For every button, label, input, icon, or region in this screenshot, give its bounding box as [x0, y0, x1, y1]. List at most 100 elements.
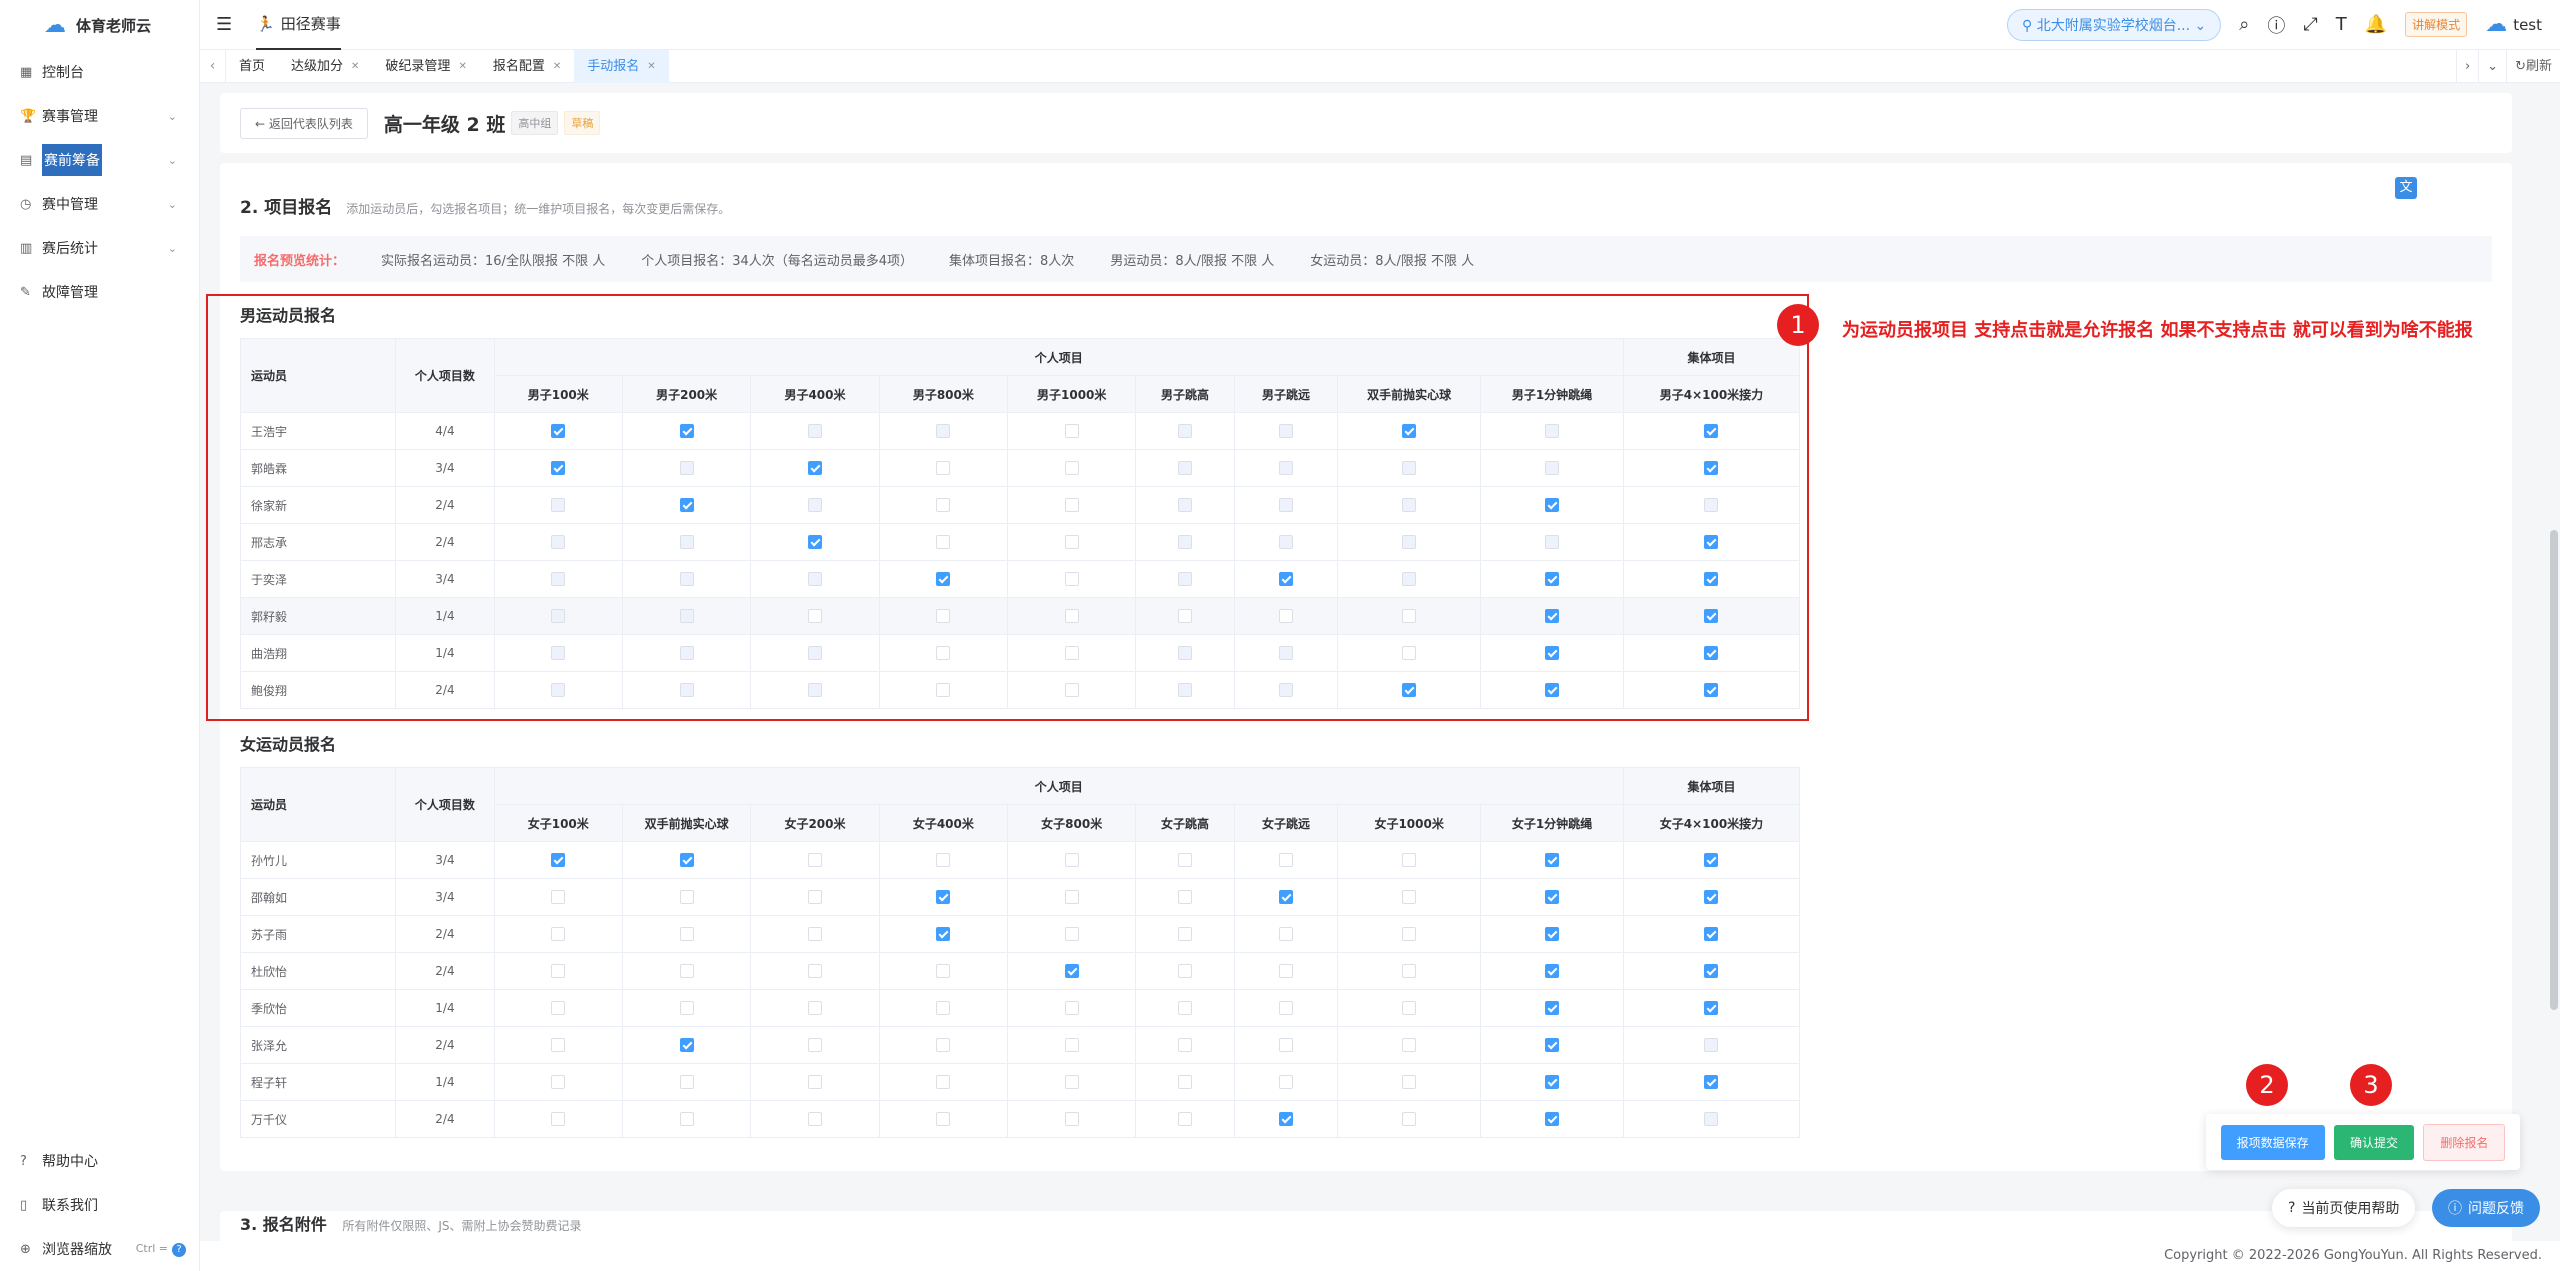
event-checkbox[interactable]	[1402, 646, 1417, 661]
event-checkbox[interactable]	[1545, 927, 1559, 942]
event-checkbox[interactable]	[1704, 535, 1719, 550]
explain-mode-badge[interactable]: 讲解模式	[2405, 12, 2468, 37]
sidebar-item[interactable]: ▦ 控制台	[0, 50, 199, 94]
sidebar-bottom-item[interactable]: ▯ 联系我们	[0, 1183, 200, 1227]
event-checkbox[interactable]	[551, 1001, 566, 1016]
event-checkbox[interactable]	[1064, 535, 1079, 550]
sidebar-item[interactable]: 🏆 赛事管理 ⌄	[0, 94, 199, 138]
event-checkbox[interactable]	[1178, 964, 1193, 979]
event-checkbox[interactable]	[1704, 927, 1719, 942]
event-checkbox[interactable]	[1064, 498, 1079, 513]
event-checkbox[interactable]	[807, 535, 822, 550]
event-checkbox[interactable]	[1178, 1001, 1193, 1016]
event-checkbox[interactable]	[1064, 646, 1079, 661]
event-checkbox[interactable]	[679, 964, 694, 979]
close-icon[interactable]: ✕	[458, 50, 466, 83]
event-checkbox[interactable]	[936, 1075, 951, 1090]
event-checkbox[interactable]	[1064, 1112, 1079, 1127]
school-selector[interactable]: ⚲ 北大附属实验学校烟台... ⌄	[2006, 8, 2222, 41]
event-checkbox[interactable]	[679, 1075, 694, 1090]
event-checkbox[interactable]	[1704, 853, 1719, 868]
event-checkbox[interactable]	[1178, 890, 1193, 905]
event-checkbox[interactable]	[936, 535, 951, 550]
event-checkbox[interactable]	[1402, 424, 1417, 439]
font-size-icon[interactable]: T	[2336, 14, 2347, 35]
sidebar-item[interactable]: ▤ 赛前筹备 ⌄	[0, 138, 199, 182]
tabs-dropdown-icon[interactable]: ⌄	[2478, 49, 2506, 83]
search-icon[interactable]: ⌕	[2239, 14, 2249, 35]
page-scrollbar[interactable]	[2550, 530, 2558, 1010]
event-checkbox[interactable]	[1278, 853, 1293, 868]
event-checkbox[interactable]	[1064, 890, 1079, 905]
event-checkbox[interactable]	[1704, 683, 1719, 698]
event-checkbox[interactable]	[936, 1001, 951, 1016]
event-checkbox[interactable]	[807, 964, 822, 979]
tab[interactable]: 首页	[226, 50, 278, 83]
event-checkbox[interactable]	[679, 890, 694, 905]
tabs-scroll-left-icon[interactable]: ‹	[200, 49, 226, 83]
tab[interactable]: 报名配置 ✕	[480, 50, 574, 83]
help-icon[interactable]: ⓘ	[2267, 12, 2285, 38]
event-checkbox[interactable]	[679, 424, 694, 439]
tab[interactable]: 达级加分 ✕	[278, 50, 372, 83]
event-checkbox[interactable]	[1704, 424, 1719, 439]
bell-icon[interactable]: 🔔	[2365, 14, 2387, 35]
event-checkbox[interactable]	[1402, 1112, 1417, 1127]
event-checkbox[interactable]	[936, 609, 951, 624]
event-checkbox[interactable]	[1064, 461, 1079, 476]
event-checkbox[interactable]	[551, 927, 566, 942]
event-checkbox[interactable]	[551, 964, 566, 979]
event-checkbox[interactable]	[1402, 927, 1417, 942]
tab[interactable]: 手动报名 ✕	[574, 49, 669, 83]
event-checkbox[interactable]	[679, 1112, 694, 1127]
breadcrumb[interactable]: 🏃 田径赛事	[256, 0, 341, 50]
event-checkbox[interactable]	[807, 461, 822, 476]
event-checkbox[interactable]	[679, 1001, 694, 1016]
event-checkbox[interactable]	[1064, 853, 1079, 868]
event-checkbox[interactable]	[936, 927, 951, 942]
event-checkbox[interactable]	[936, 646, 951, 661]
event-checkbox[interactable]	[807, 1038, 822, 1053]
fullscreen-icon[interactable]: ⤢	[2303, 14, 2317, 35]
page-help-button[interactable]: ? 当前页使用帮助	[2272, 1189, 2416, 1227]
event-checkbox[interactable]	[1064, 1038, 1079, 1053]
event-checkbox[interactable]	[1545, 964, 1559, 979]
event-checkbox[interactable]	[807, 609, 822, 624]
event-checkbox[interactable]	[1278, 609, 1293, 624]
event-checkbox[interactable]	[551, 1075, 566, 1090]
app-logo[interactable]: ☁ 体育老师云	[0, 0, 199, 50]
event-checkbox[interactable]	[1704, 461, 1719, 476]
sidebar-item[interactable]: ◷ 赛中管理 ⌄	[0, 182, 199, 226]
event-checkbox[interactable]	[551, 890, 566, 905]
event-checkbox[interactable]	[1704, 964, 1719, 979]
translate-icon[interactable]: 文	[2395, 177, 2417, 199]
event-checkbox[interactable]	[1402, 683, 1417, 698]
event-checkbox[interactable]	[1064, 964, 1079, 979]
event-checkbox[interactable]	[1545, 1075, 1559, 1090]
event-checkbox[interactable]	[551, 461, 566, 476]
submit-button[interactable]: 确认提交	[2333, 1124, 2414, 1160]
event-checkbox[interactable]	[1545, 646, 1559, 661]
close-icon[interactable]: ✕	[647, 50, 655, 83]
event-checkbox[interactable]	[1064, 424, 1079, 439]
event-checkbox[interactable]	[1402, 853, 1417, 868]
back-to-team-list-button[interactable]: ← 返回代表队列表	[240, 107, 368, 139]
event-checkbox[interactable]	[1278, 1001, 1293, 1016]
event-checkbox[interactable]	[807, 927, 822, 942]
event-checkbox[interactable]	[807, 853, 822, 868]
event-checkbox[interactable]	[679, 927, 694, 942]
event-checkbox[interactable]	[936, 964, 951, 979]
event-checkbox[interactable]	[1402, 1075, 1417, 1090]
event-checkbox[interactable]	[1064, 1075, 1079, 1090]
event-checkbox[interactable]	[1545, 1001, 1559, 1016]
event-checkbox[interactable]	[1545, 1038, 1559, 1053]
event-checkbox[interactable]	[1064, 927, 1079, 942]
save-registration-button[interactable]: 报项数据保存	[2220, 1124, 2325, 1160]
event-checkbox[interactable]	[1402, 964, 1417, 979]
event-checkbox[interactable]	[1704, 1001, 1719, 1016]
event-checkbox[interactable]	[1704, 609, 1719, 624]
event-checkbox[interactable]	[1704, 890, 1719, 905]
sidebar-item[interactable]: ▥ 赛后统计 ⌄	[0, 226, 199, 270]
event-checkbox[interactable]	[679, 498, 694, 513]
event-checkbox[interactable]	[1178, 609, 1193, 624]
